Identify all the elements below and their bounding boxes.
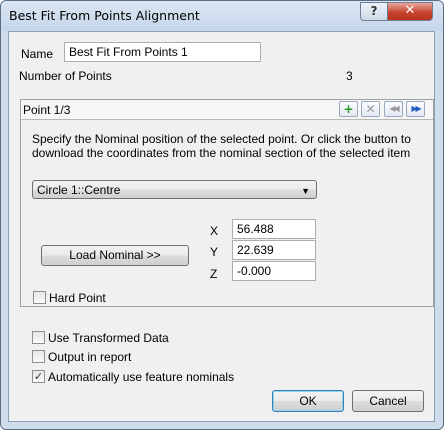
x-coordinate-input[interactable]: 56.488 bbox=[232, 219, 316, 239]
rewind-icon: ◀◀ bbox=[389, 104, 399, 113]
number-of-points-value: 3 bbox=[346, 69, 353, 83]
cancel-button[interactable]: Cancel bbox=[352, 390, 424, 412]
feature-select[interactable]: Circle 1::Centre ▼ bbox=[32, 180, 317, 199]
close-icon: ✕ bbox=[404, 3, 416, 18]
title-bar[interactable]: Best Fit From Points Alignment ? ✕ bbox=[1, 1, 443, 31]
fast-forward-icon: ▶▶ bbox=[411, 104, 421, 113]
next-point-button[interactable]: ▶▶ bbox=[406, 101, 425, 117]
y-coordinate-input[interactable]: 22.639 bbox=[232, 240, 316, 260]
chevron-down-icon: ▼ bbox=[301, 186, 310, 196]
output-in-report-label: Output in report bbox=[48, 350, 132, 364]
instructions-line-1: Specify the Nominal position of the sele… bbox=[32, 132, 411, 146]
point-panel: Point 1/3 + ✕ ◀◀ ▶▶ Specify the Nominal … bbox=[20, 99, 434, 307]
cancel-label: Cancel bbox=[369, 394, 407, 408]
point-index-label: Point 1/3 bbox=[23, 103, 71, 117]
auto-feature-nominals-checkbox[interactable]: ✓ bbox=[32, 370, 45, 383]
help-icon: ? bbox=[370, 4, 378, 18]
x-label: X bbox=[210, 224, 219, 238]
output-in-report-checkbox[interactable] bbox=[32, 350, 45, 363]
close-button[interactable]: ✕ bbox=[387, 2, 433, 21]
load-nominal-label: Load Nominal >> bbox=[69, 248, 161, 262]
help-button[interactable]: ? bbox=[360, 2, 388, 21]
feature-select-value: Circle 1::Centre bbox=[37, 183, 121, 197]
name-label: Name bbox=[21, 47, 54, 61]
dialog-client: Name Best Fit From Points 1 Number of Po… bbox=[8, 31, 435, 422]
instructions-line-2: download the coordinates from the nomina… bbox=[32, 146, 411, 160]
auto-feature-nominals-label: Automatically use feature nominals bbox=[48, 370, 235, 384]
dialog-window: Best Fit From Points Alignment ? ✕ Name … bbox=[0, 0, 444, 430]
hard-point-checkbox[interactable] bbox=[33, 291, 46, 304]
load-nominal-button[interactable]: Load Nominal >> bbox=[41, 245, 189, 266]
checkmark-icon: ✓ bbox=[33, 370, 44, 383]
delete-icon: ✕ bbox=[365, 102, 376, 116]
previous-point-button[interactable]: ◀◀ bbox=[384, 101, 403, 117]
y-label: Y bbox=[210, 245, 219, 259]
ok-label: OK bbox=[299, 394, 317, 408]
use-transformed-data-checkbox[interactable] bbox=[32, 331, 45, 344]
plus-icon: + bbox=[343, 102, 354, 116]
hard-point-label: Hard Point bbox=[49, 291, 106, 305]
ok-button[interactable]: OK bbox=[272, 390, 344, 412]
z-coordinate-input[interactable]: -0.000 bbox=[232, 261, 316, 281]
use-transformed-data-label: Use Transformed Data bbox=[48, 331, 169, 345]
add-point-button[interactable]: + bbox=[339, 101, 358, 117]
name-input[interactable]: Best Fit From Points 1 bbox=[64, 42, 261, 62]
delete-point-button[interactable]: ✕ bbox=[361, 101, 380, 117]
number-of-points-label: Number of Points bbox=[19, 69, 112, 83]
point-panel-header: Point 1/3 + ✕ ◀◀ ▶▶ bbox=[21, 100, 433, 120]
z-label: Z bbox=[210, 267, 218, 281]
window-title: Best Fit From Points Alignment bbox=[9, 8, 200, 23]
